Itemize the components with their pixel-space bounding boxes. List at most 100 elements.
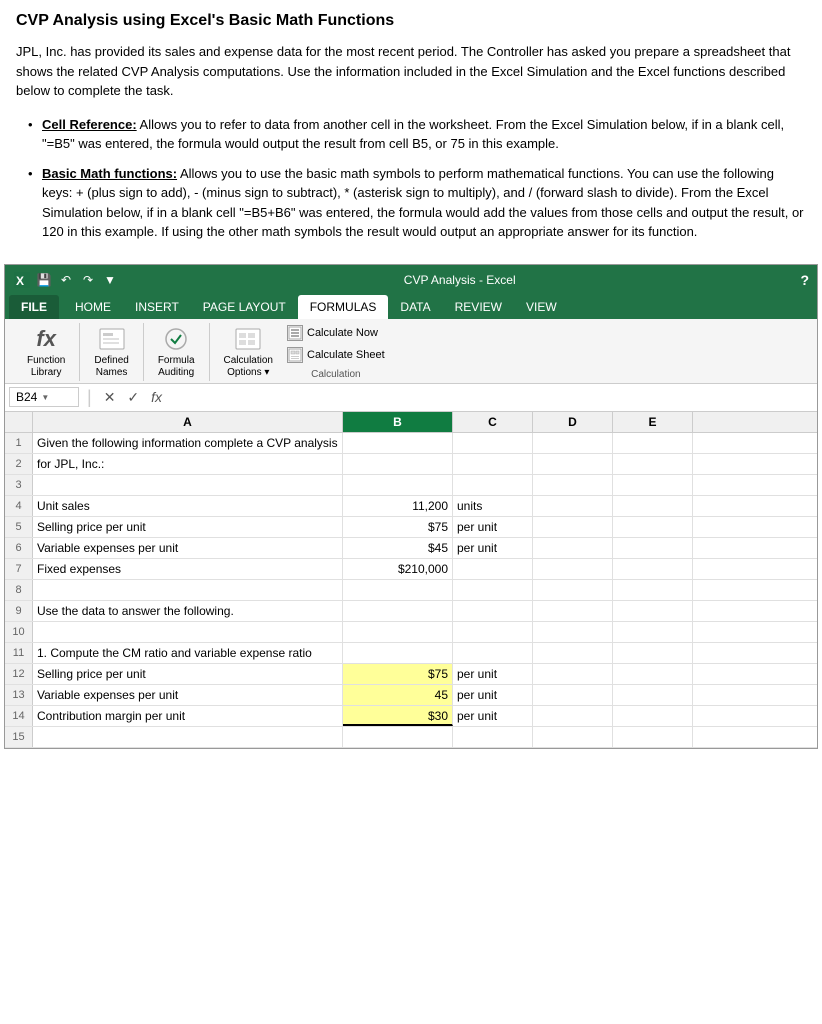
cell-d5[interactable] (533, 517, 613, 537)
tab-data[interactable]: DATA (388, 295, 442, 319)
cell-c4[interactable]: units (453, 496, 533, 516)
cell-c14[interactable]: per unit (453, 706, 533, 726)
cell-a1[interactable]: Given the following information complete… (33, 433, 343, 453)
formula-input[interactable] (170, 390, 813, 404)
cell-e15[interactable] (613, 727, 693, 747)
cell-c15[interactable] (453, 727, 533, 747)
tab-page-layout[interactable]: PAGE LAYOUT (191, 295, 298, 319)
cell-c3[interactable] (453, 475, 533, 495)
cell-d13[interactable] (533, 685, 613, 705)
defined-names-button[interactable]: DefinedNames (90, 323, 132, 381)
cell-a9[interactable]: Use the data to answer the following. (33, 601, 343, 621)
cell-c11[interactable] (453, 643, 533, 663)
cell-b9[interactable] (343, 601, 453, 621)
cell-d14[interactable] (533, 706, 613, 726)
cell-b1[interactable] (343, 433, 453, 453)
cell-e11[interactable] (613, 643, 693, 663)
cell-a5[interactable]: Selling price per unit (33, 517, 343, 537)
cell-b5[interactable]: $75 (343, 517, 453, 537)
cell-a8[interactable] (33, 580, 343, 600)
cell-a12[interactable]: Selling price per unit (33, 664, 343, 684)
cell-b4[interactable]: 11,200 (343, 496, 453, 516)
cell-a3[interactable] (33, 475, 343, 495)
cell-d6[interactable] (533, 538, 613, 558)
cell-e3[interactable] (613, 475, 693, 495)
cell-a6[interactable]: Variable expenses per unit (33, 538, 343, 558)
cell-reference-box[interactable]: B24 ▼ (9, 387, 79, 407)
table-row: 6 Variable expenses per unit $45 per uni… (5, 538, 817, 559)
cell-a13[interactable]: Variable expenses per unit (33, 685, 343, 705)
cell-a10[interactable] (33, 622, 343, 642)
cell-b3[interactable] (343, 475, 453, 495)
cell-c12[interactable]: per unit (453, 664, 533, 684)
cell-d15[interactable] (533, 727, 613, 747)
cell-e10[interactable] (613, 622, 693, 642)
cell-b12[interactable]: $75 (343, 664, 453, 684)
cell-c13[interactable]: per unit (453, 685, 533, 705)
function-library-button[interactable]: fx FunctionLibrary (23, 323, 69, 381)
cell-e12[interactable] (613, 664, 693, 684)
cell-b10[interactable] (343, 622, 453, 642)
cell-d7[interactable] (533, 559, 613, 579)
cell-e8[interactable] (613, 580, 693, 600)
cell-a15[interactable] (33, 727, 343, 747)
cell-a7[interactable]: Fixed expenses (33, 559, 343, 579)
cell-b11[interactable] (343, 643, 453, 663)
calculate-sheet-button[interactable]: Calculate Sheet (283, 345, 389, 365)
cell-a2[interactable]: for JPL, Inc.: (33, 454, 343, 474)
tab-insert[interactable]: INSERT (123, 295, 191, 319)
quick-access-icon[interactable]: ▼ (101, 271, 119, 289)
cell-e1[interactable] (613, 433, 693, 453)
cell-b13[interactable]: 45 (343, 685, 453, 705)
cell-c8[interactable] (453, 580, 533, 600)
cell-b8[interactable] (343, 580, 453, 600)
tab-file[interactable]: FILE (9, 295, 59, 319)
undo-icon[interactable]: ↶ (57, 271, 75, 289)
cell-e5[interactable] (613, 517, 693, 537)
cell-a11[interactable]: 1. Compute the CM ratio and variable exp… (33, 643, 343, 663)
calculation-options-button[interactable]: CalculationOptions ▾ (220, 323, 277, 381)
cell-a14[interactable]: Contribution margin per unit (33, 706, 343, 726)
cell-c1[interactable] (453, 433, 533, 453)
tab-home[interactable]: HOME (63, 295, 123, 319)
cell-d1[interactable] (533, 433, 613, 453)
cell-c5[interactable]: per unit (453, 517, 533, 537)
cell-d2[interactable] (533, 454, 613, 474)
cell-b14[interactable]: $30 (343, 706, 453, 726)
cell-b7[interactable]: $210,000 (343, 559, 453, 579)
cell-d3[interactable] (533, 475, 613, 495)
cell-c9[interactable] (453, 601, 533, 621)
cell-d10[interactable] (533, 622, 613, 642)
confirm-formula-icon[interactable]: ✓ (123, 389, 143, 406)
cell-d12[interactable] (533, 664, 613, 684)
tab-review[interactable]: REVIEW (443, 295, 514, 319)
help-icon[interactable]: ? (800, 272, 809, 288)
tab-view[interactable]: VIEW (514, 295, 569, 319)
cell-e2[interactable] (613, 454, 693, 474)
redo-icon[interactable]: ↷ (79, 271, 97, 289)
tab-formulas[interactable]: FORMULAS (298, 295, 389, 319)
cell-d8[interactable] (533, 580, 613, 600)
cell-d11[interactable] (533, 643, 613, 663)
cell-e9[interactable] (613, 601, 693, 621)
cell-b6[interactable]: $45 (343, 538, 453, 558)
cell-c10[interactable] (453, 622, 533, 642)
cell-e13[interactable] (613, 685, 693, 705)
cell-b2[interactable] (343, 454, 453, 474)
calculate-now-button[interactable]: Calculate Now (283, 323, 389, 343)
save-icon[interactable]: 💾 (35, 271, 53, 289)
cell-e4[interactable] (613, 496, 693, 516)
cell-b15[interactable] (343, 727, 453, 747)
cell-e6[interactable] (613, 538, 693, 558)
cancel-formula-icon[interactable]: ✕ (100, 389, 120, 406)
cell-c6[interactable]: per unit (453, 538, 533, 558)
cell-d9[interactable] (533, 601, 613, 621)
fx-formula-label[interactable]: fx (147, 389, 166, 405)
cell-c7[interactable] (453, 559, 533, 579)
cell-e7[interactable] (613, 559, 693, 579)
cell-e14[interactable] (613, 706, 693, 726)
cell-a4[interactable]: Unit sales (33, 496, 343, 516)
cell-c2[interactable] (453, 454, 533, 474)
cell-d4[interactable] (533, 496, 613, 516)
formula-auditing-button[interactable]: FormulaAuditing (154, 323, 199, 381)
